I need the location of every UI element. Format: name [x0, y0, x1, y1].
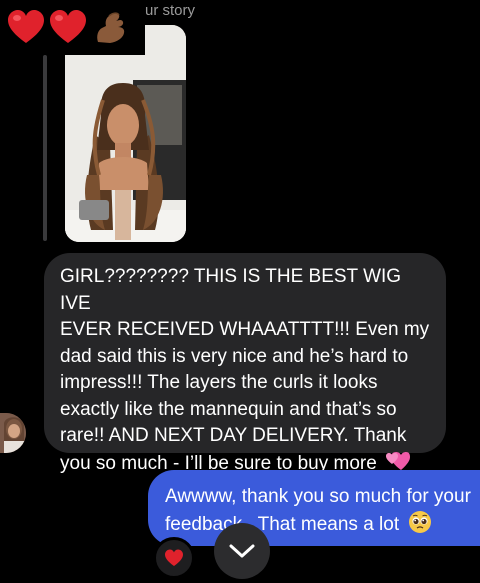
- message-line-text: feedback . That means a lot: [165, 514, 400, 535]
- message-reaction[interactable]: [153, 537, 195, 579]
- message-line: impress!!! The layers the curls it looks: [60, 372, 378, 393]
- story-reply-label: ur story: [145, 2, 196, 19]
- message-line: Awwww, thank you so much for your: [165, 486, 471, 507]
- message-line: dad said this is very nice and he’s hard…: [60, 345, 409, 367]
- message-line: rare!! AND NEXT DAY DELIVERY. Thank: [60, 425, 407, 446]
- two-hearts-icon: [386, 451, 411, 470]
- sender-avatar[interactable]: [0, 413, 26, 453]
- message-line: exactly like the mannequin and that’s so: [60, 398, 397, 420]
- message-line: GIRL???????? THIS IS THE BEST WIG IVE: [60, 266, 402, 314]
- sticker-overlay: [0, 0, 145, 55]
- chevron-down-icon: [229, 544, 255, 558]
- message-line: EVER RECEIVED WHAAATTTT!!! Even my: [60, 319, 430, 340]
- pinching-hand-icon: [92, 8, 132, 48]
- reply-indicator-bar: [43, 55, 47, 241]
- story-thumbnail[interactable]: [65, 25, 186, 242]
- scroll-to-bottom-button[interactable]: [214, 523, 270, 579]
- heart-icon: [165, 549, 183, 566]
- heart-icon: [48, 8, 88, 48]
- pleading-face-icon: [409, 511, 432, 533]
- outgoing-message-bubble[interactable]: Awwww, thank you so much for your feedba…: [148, 470, 480, 546]
- incoming-message-bubble[interactable]: GIRL???????? THIS IS THE BEST WIG IVE EV…: [44, 253, 446, 474]
- heart-icon: [6, 8, 46, 48]
- message-line: feedback . That means a lot: [165, 510, 480, 538]
